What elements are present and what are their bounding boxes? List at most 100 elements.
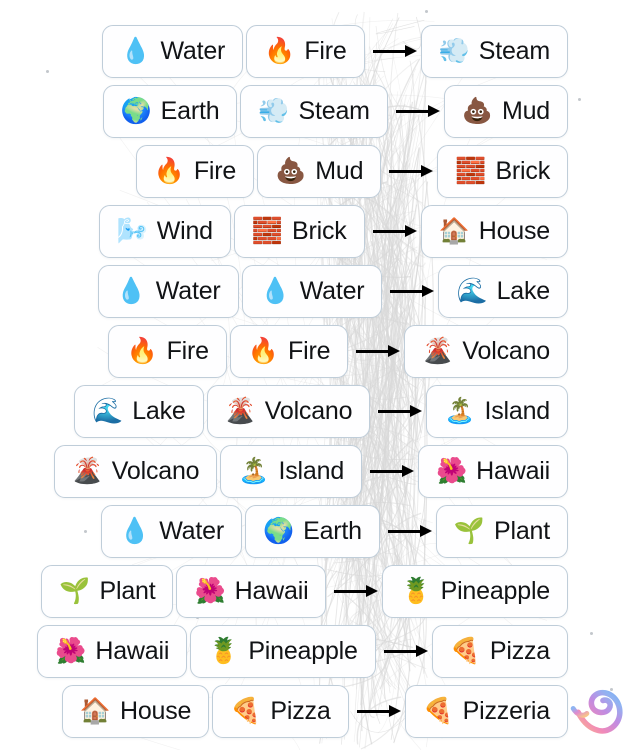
craft-card-result[interactable]: 💩 Mud [443, 84, 568, 138]
arrow-head [404, 44, 417, 57]
recipe-row: 🌬️ Wind 🧱 Brick 🏠 House [98, 201, 568, 261]
arrow-right-icon [362, 461, 418, 481]
craft-card-input_b[interactable]: 🌍 Earth [244, 504, 380, 558]
craft-card-label: House [478, 216, 550, 245]
craft-card-input_b[interactable]: 🍍 Pineapple [190, 624, 376, 678]
craft-card-label: Water [159, 516, 224, 545]
craft-card-input_b[interactable]: 💧 Water [241, 264, 383, 318]
wave-icon: 🌊 [456, 275, 488, 305]
arrow-head [415, 644, 428, 657]
craft-card-label: Lake [496, 276, 551, 305]
craft-card-result[interactable]: 🌊 Lake [438, 264, 568, 318]
craft-card-input_b[interactable]: 🔥 Fire [229, 324, 349, 378]
arrow-head [421, 164, 434, 177]
craft-card-label: Hawaii [234, 576, 309, 605]
fire-icon: 🔥 [247, 335, 280, 365]
craft-card-input_a[interactable]: 🌍 Earth [102, 84, 238, 138]
arrow-shaft [334, 590, 369, 593]
island-palm-icon: 🏝️ [238, 455, 270, 485]
arrow-right-icon [348, 341, 404, 361]
arrow-shaft [378, 410, 413, 413]
recipe-row: 🌺 Hawaii 🍍 Pineapple 🍕 Pizza [37, 621, 568, 681]
craft-card-label: Water [299, 276, 365, 305]
craft-card-input_b[interactable]: 💨 Steam [240, 84, 388, 138]
craft-card-input_a[interactable]: 💧 Water [102, 24, 244, 78]
craft-card-result[interactable]: 🍍 Pineapple [382, 564, 568, 618]
craft-card-input_a[interactable]: 🌺 Hawaii [37, 624, 188, 678]
craft-card-label: Earth [303, 516, 362, 545]
craft-card-result[interactable]: 💨 Steam [420, 24, 568, 78]
craft-card-input_b[interactable]: 🔥 Fire [246, 24, 365, 78]
craft-card-result[interactable]: 🏠 House [420, 204, 568, 258]
craft-card-input_b[interactable]: 💩 Mud [257, 144, 382, 198]
pineapple-icon: 🍍 [208, 635, 240, 665]
recipe-row: 🌊 Lake 🌋 Volcano 🏝️ Island [74, 381, 568, 441]
arrow-shaft [389, 170, 424, 173]
arrow-right-icon [365, 41, 421, 61]
house-icon: 🏠 [79, 695, 111, 725]
craft-card-input_a[interactable]: 🌬️ Wind [98, 204, 231, 258]
craft-card-input_b[interactable]: 🌋 Volcano [206, 384, 371, 438]
volcano-icon: 🌋 [71, 455, 103, 485]
craft-card-label: Mud [315, 156, 364, 185]
arrow-shaft [372, 230, 407, 233]
arrow-head [427, 104, 440, 117]
volcano-icon: 🌋 [224, 395, 256, 425]
recipe-row: 💧 Water 💧 Water 🌊 Lake [97, 261, 568, 321]
craft-card-result[interactable]: 🍕 Pizza [431, 624, 568, 678]
craft-card-label: Fire [288, 336, 331, 365]
craft-card-label: Pizza [489, 636, 550, 665]
craft-card-result[interactable]: 🌱 Plant [435, 504, 568, 558]
craft-card-label: Lake [132, 396, 186, 425]
arrow-head [410, 404, 423, 417]
craft-card-input_a[interactable]: 💧 Water [97, 264, 239, 318]
craft-card-input_b[interactable]: 🌺 Hawaii [176, 564, 327, 618]
craft-card-label: Mud [501, 96, 550, 125]
craft-card-input_a[interactable]: 🌊 Lake [74, 384, 204, 438]
water-droplet-icon: 💧 [120, 35, 152, 65]
craft-card-input_a[interactable]: 🌱 Plant [41, 564, 174, 618]
craft-card-input_a[interactable]: 🔥 Fire [135, 144, 255, 198]
craft-card-input_a[interactable]: 💧 Water [101, 504, 242, 558]
craft-card-input_a[interactable]: 🔥 Fire [108, 324, 227, 378]
recipe-row: 🔥 Fire 🔥 Fire 🌋 Volcano [108, 321, 568, 381]
craft-card-result[interactable]: 🧱 Brick [437, 144, 568, 198]
craft-card-label: Island [484, 396, 550, 425]
water-droplet-icon: 💧 [115, 275, 147, 305]
arrow-head [388, 344, 401, 357]
brick-icon: 🧱 [251, 215, 284, 245]
water-droplet-icon: 💧 [259, 275, 291, 305]
craft-card-result[interactable]: 🍕 Pizzeria [404, 684, 568, 738]
craft-card-label: Water [155, 276, 221, 305]
craft-card-input_a[interactable]: 🏠 House [61, 684, 210, 738]
craft-card-label: Pineapple [440, 576, 551, 605]
pineapple-icon: 🍍 [400, 575, 432, 605]
recipe-row: 🔥 Fire 💩 Mud 🧱 Brick [135, 141, 568, 201]
craft-card-result[interactable]: 🌺 Hawaii [418, 444, 568, 498]
craft-card-label: Fire [193, 156, 237, 185]
craft-card-result[interactable]: 🌋 Volcano [404, 324, 568, 378]
arrow-right-icon [380, 521, 436, 541]
brick-icon: 🧱 [455, 155, 487, 185]
arrow-head [402, 464, 415, 477]
craft-card-label: Volcano [264, 396, 353, 425]
arrow-shaft [395, 110, 430, 113]
craft-card-label: Island [278, 456, 345, 485]
island-palm-icon: 🏝️ [444, 395, 476, 425]
wave-icon: 🌊 [92, 395, 124, 425]
hibiscus-icon: 🌺 [194, 575, 226, 605]
craft-card-input_b[interactable]: 🧱 Brick [233, 204, 365, 258]
craft-card-input_a[interactable]: 🌋 Volcano [53, 444, 218, 498]
mud-pile-icon: 💩 [461, 95, 493, 125]
arrow-shaft [356, 350, 391, 353]
recipe-row: 🌱 Plant 🌺 Hawaii 🍍 Pineapple [41, 561, 568, 621]
arrow-shaft [390, 290, 425, 293]
craft-card-label: Fire [304, 36, 347, 65]
swirl-logo [570, 689, 623, 734]
recipe-row: 💧 Water 🌍 Earth 🌱 Plant [101, 501, 568, 561]
craft-card-input_b[interactable]: 🏝️ Island [220, 444, 363, 498]
craft-card-result[interactable]: 🏝️ Island [426, 384, 568, 438]
wind-face-icon: 🌬️ [116, 215, 148, 245]
arrow-right-icon [376, 641, 432, 661]
craft-card-input_b[interactable]: 🍕 Pizza [212, 684, 349, 738]
